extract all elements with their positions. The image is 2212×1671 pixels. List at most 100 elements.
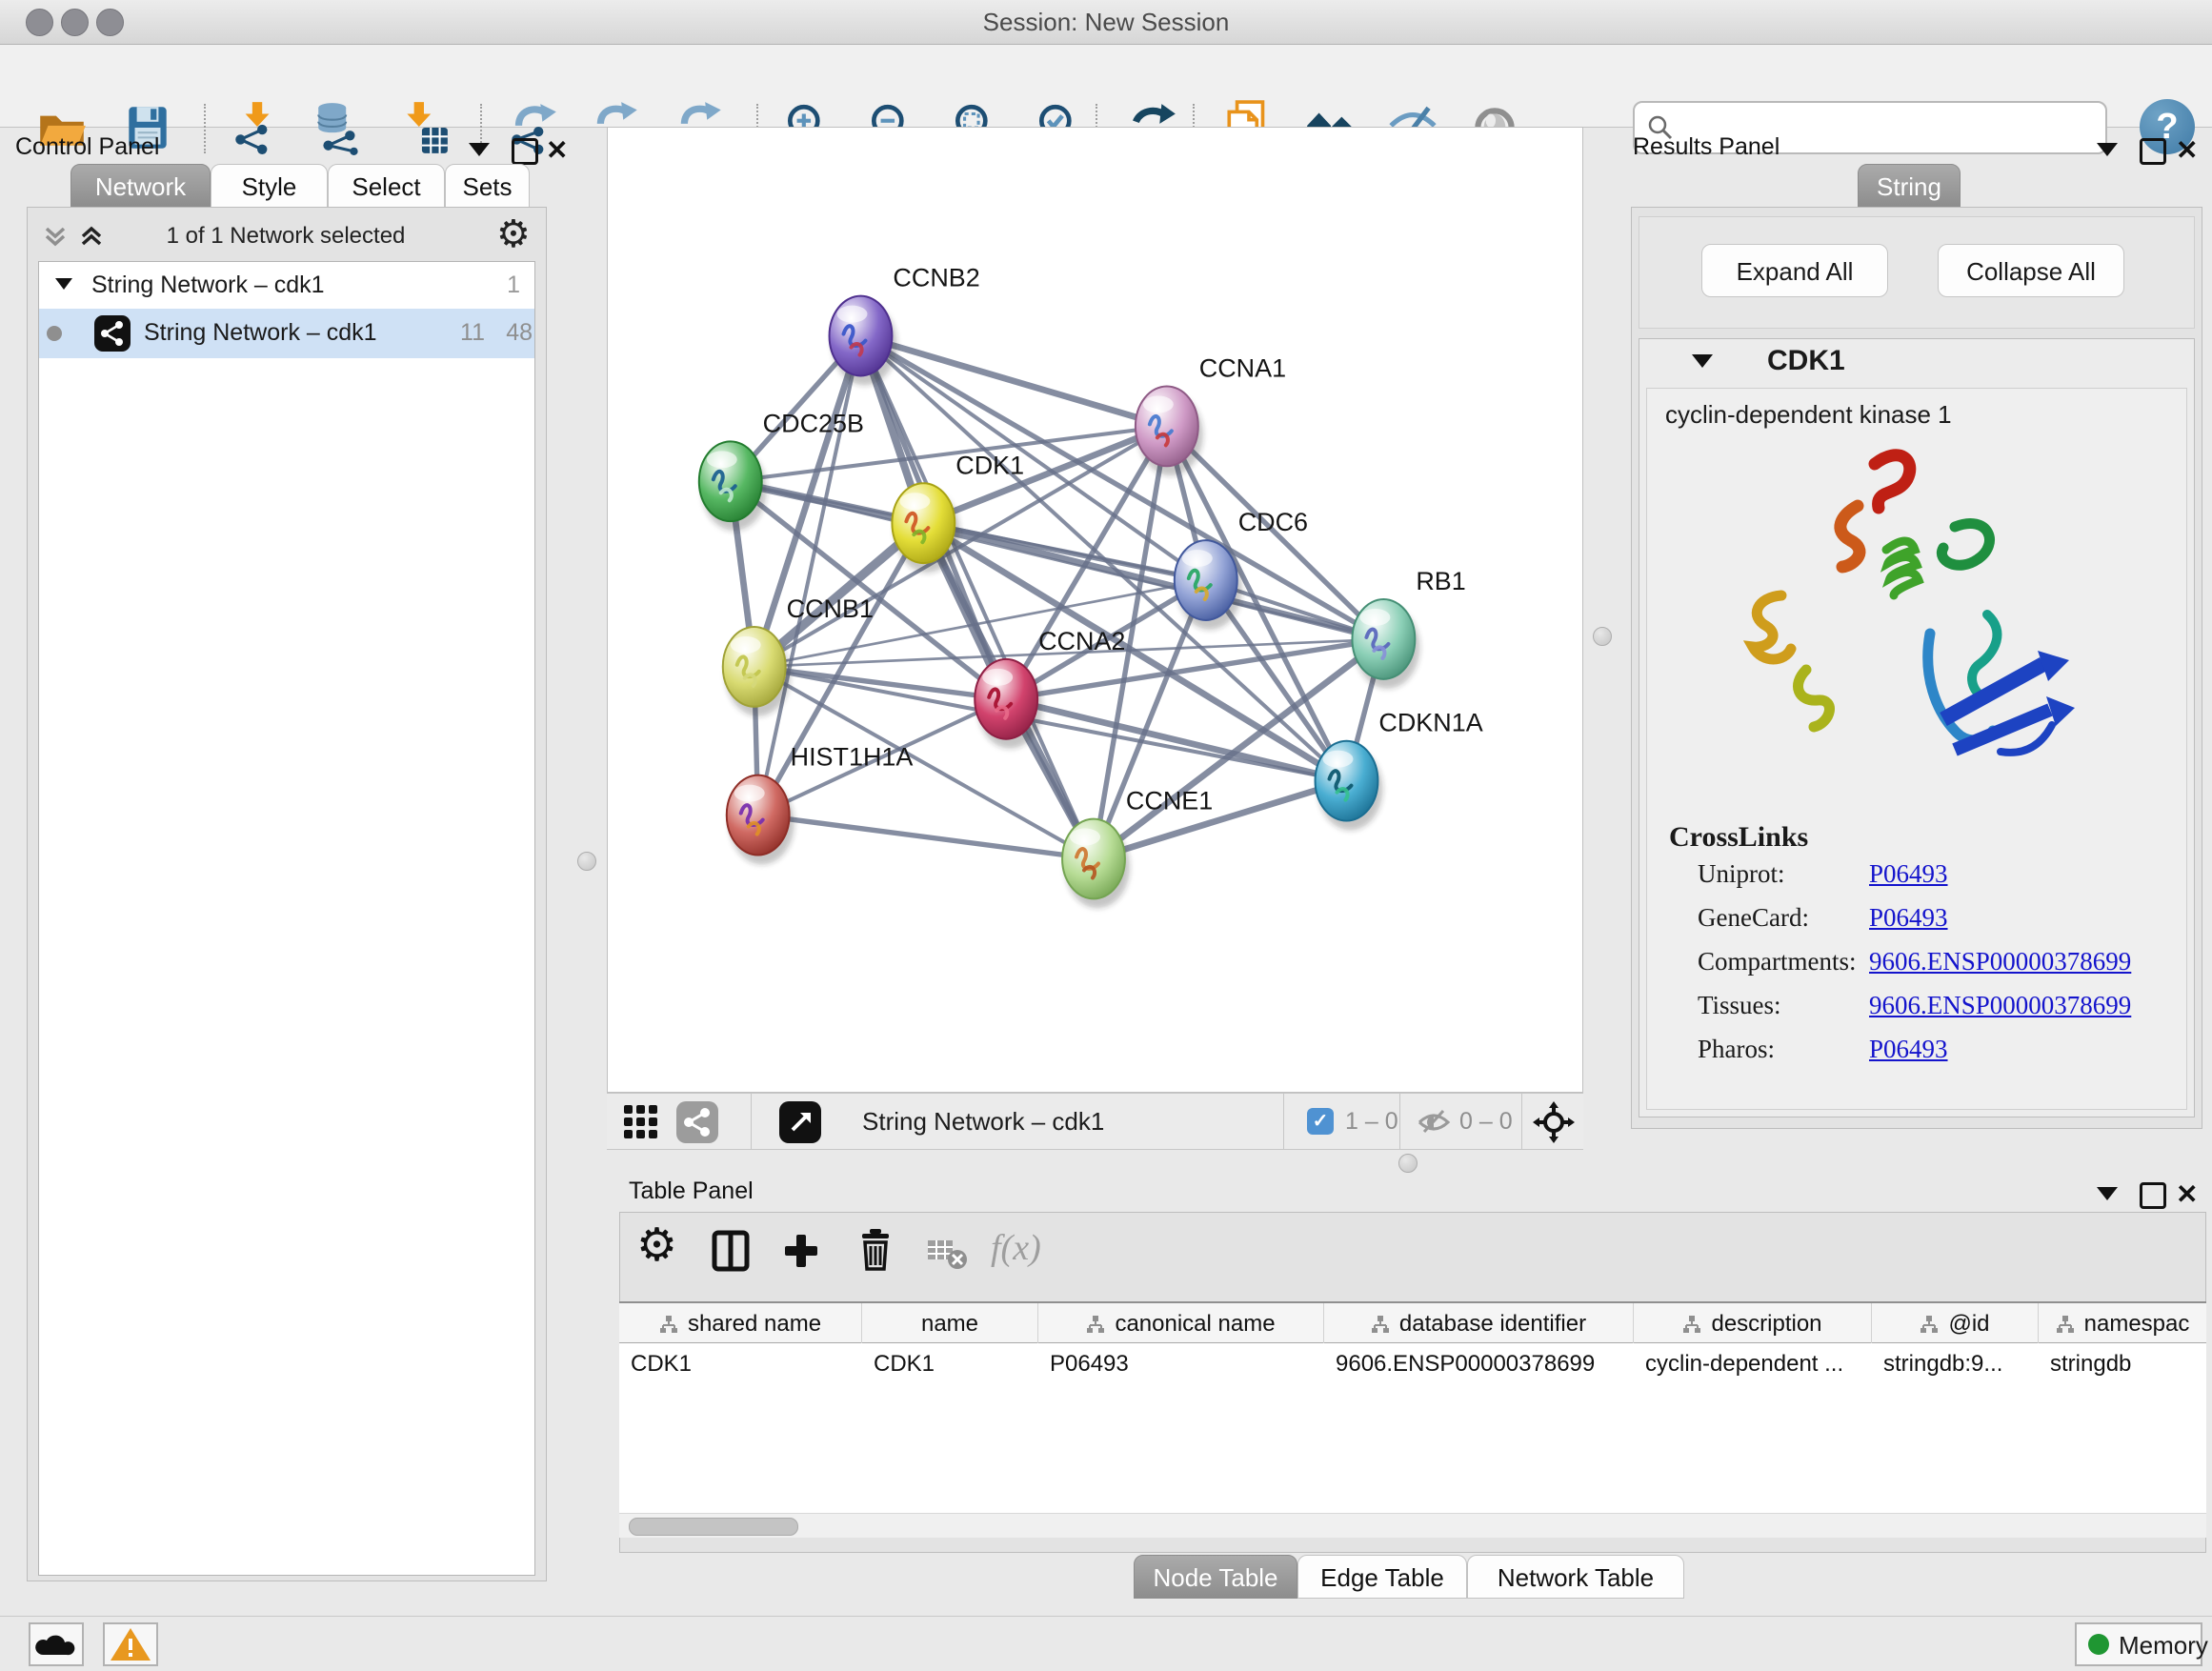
tab-node-table[interactable]: Node Table [1134,1555,1297,1599]
column-header-database-identifier[interactable]: database identifier [1324,1303,1634,1345]
results-panel-close-icon[interactable]: ✕ [2176,137,2198,164]
crosslink-pharos-link[interactable]: P06493 [1869,1035,1948,1064]
svg-text:CDK1: CDK1 [955,451,1024,479]
network-node-ccna1[interactable]: CCNA1 [1136,353,1286,475]
network-status-dot [47,326,62,341]
svg-text:CCNA1: CCNA1 [1199,353,1286,382]
network-options-gear-icon[interactable]: ⚙ [496,215,531,253]
network-canvas[interactable]: CCNB2CCNA1CDC25BCDK1CDC6RB1CCNB1CCNA2CDK… [607,127,1583,1093]
cloud-icon [30,1624,82,1664]
network-list [38,261,535,1576]
crosslink-label: Tissues: [1698,991,1781,1020]
control-panel-float-icon[interactable] [512,138,538,165]
toolbar-divider [751,1094,752,1149]
hidden-eye-icon [1416,1105,1452,1139]
string-network-graph[interactable]: CCNB2CCNA1CDC25BCDK1CDC6RB1CCNB1CCNA2CDK… [608,128,1582,1092]
import-network-database-icon[interactable] [312,100,368,155]
main-toolbar: ? [0,45,2212,128]
fit-content-crosshair-icon[interactable] [1533,1101,1575,1143]
crosslink-label: GeneCard: [1698,903,1809,933]
memory-button[interactable]: Memory [2075,1622,2202,1666]
tab-string[interactable]: String [1858,164,1961,208]
network-view-toolbar: String Network – cdk1 ✓ 1 – 0 0 – 0 [607,1093,1583,1150]
control-panel-close-icon[interactable]: ✕ [546,137,568,164]
results-panel-collapse-icon[interactable] [2097,143,2118,156]
tab-select[interactable]: Select [328,164,445,208]
status-bar: Memory [0,1616,2212,1671]
collapse-all-networks-icon[interactable] [42,223,69,250]
table-delete-column-icon[interactable] [854,1227,897,1273]
expand-all-networks-icon[interactable] [78,223,105,250]
horizontal-splitter-handle[interactable] [1398,1154,1418,1173]
left-splitter-handle[interactable] [577,852,596,871]
network-view-title: String Network – cdk1 [862,1094,1104,1149]
table-panel-collapse-icon[interactable] [2097,1187,2118,1200]
network-share-icon[interactable] [676,1101,718,1143]
tab-sets[interactable]: Sets [445,164,530,208]
table-panel-title: Table Panel [629,1178,754,1205]
table-add-column-icon[interactable] [781,1231,821,1271]
results-panel-float-icon[interactable] [2140,138,2166,165]
svg-text:CDC25B: CDC25B [763,409,864,437]
memory-label: Memory [2119,1631,2208,1661]
network-row-selected[interactable]: String Network – cdk1 11 48 [39,309,534,358]
import-table-file-icon[interactable] [396,100,452,155]
svg-text:CDC6: CDC6 [1238,508,1308,536]
memory-status-dot [2088,1634,2109,1655]
column-header-canonical-name[interactable]: canonical name [1038,1303,1324,1345]
birds-eye-toggle-icon[interactable] [779,1101,821,1143]
table-columns-icon[interactable] [709,1229,753,1273]
results-panel-title: Results Panel [1633,133,1780,161]
network-collection-row[interactable]: String Network – cdk1 1 [38,263,535,309]
tab-network-table[interactable]: Network Table [1467,1555,1684,1599]
grid-view-icon[interactable] [622,1103,660,1141]
column-header-name[interactable]: name [862,1303,1038,1345]
crosslinks-title: CrossLinks [1669,821,1808,854]
warning-button[interactable] [103,1622,158,1666]
column-header-id[interactable]: @id [1872,1303,2039,1345]
column-header-namespace[interactable]: namespac [2039,1303,2206,1345]
crosslink-compartments-link[interactable]: 9606.ENSP00000378699 [1869,947,2131,976]
import-network-file-icon[interactable] [229,100,284,155]
tree-icon [1086,1315,1105,1334]
column-header-description[interactable]: description [1634,1303,1872,1345]
tab-network[interactable]: Network [70,164,211,208]
tree-icon [2056,1315,2075,1334]
toolbar-separator [204,104,206,153]
network-node-cdkn1a[interactable]: CDKN1A [1316,709,1483,831]
tab-style[interactable]: Style [211,164,328,208]
svg-text:CCNB1: CCNB1 [787,594,874,623]
crosslink-uniprot-link[interactable]: P06493 [1869,859,1948,889]
control-panel-collapse-icon[interactable] [469,143,490,156]
cdk1-section-title: CDK1 [1767,345,1845,377]
collection-expander-icon[interactable] [55,278,72,290]
crosslink-tissues-link[interactable]: 9606.ENSP00000378699 [1869,991,2131,1020]
network-node-cdc25b[interactable]: CDC25B [699,409,864,531]
protein-structure-image [1715,443,2096,815]
table-gear-icon[interactable]: ⚙ [636,1227,677,1265]
table-header-row: shared name name canonical name database… [619,1301,2206,1343]
selected-checkbox-icon[interactable]: ✓ [1307,1108,1334,1135]
network-node-rb1[interactable]: RB1 [1352,567,1465,689]
toolbar-divider [1521,1094,1522,1149]
tab-edge-table[interactable]: Edge Table [1297,1555,1467,1599]
table-panel-close-icon[interactable]: ✕ [2176,1181,2198,1208]
right-splitter-handle[interactable] [1593,627,1612,646]
column-header-shared-name[interactable]: shared name [619,1303,862,1345]
table-row[interactable]: CDK1 CDK1 P06493 9606.ENSP00000378699 cy… [619,1343,2206,1385]
string-network-badge-icon [94,315,131,352]
toolbar-divider [1399,1094,1400,1149]
collapse-all-button[interactable]: Collapse All [1938,244,2124,297]
hidden-count: 0 – 0 [1459,1094,1513,1149]
expand-all-button[interactable]: Expand All [1701,244,1888,297]
svg-text:CCNA2: CCNA2 [1038,627,1125,655]
cloud-button[interactable] [29,1622,84,1666]
tree-icon [659,1315,678,1334]
crosslink-label: Uniprot: [1698,859,1785,889]
crosslink-genecard-link[interactable]: P06493 [1869,903,1948,933]
table-body: CDK1 CDK1 P06493 9606.ENSP00000378699 cy… [619,1343,2206,1513]
table-hscrollbar[interactable] [619,1513,2206,1538]
cdk1-expander-icon[interactable] [1692,354,1713,368]
table-hscrollbar-thumb[interactable] [629,1518,798,1536]
table-panel-float-icon[interactable] [2140,1182,2166,1209]
